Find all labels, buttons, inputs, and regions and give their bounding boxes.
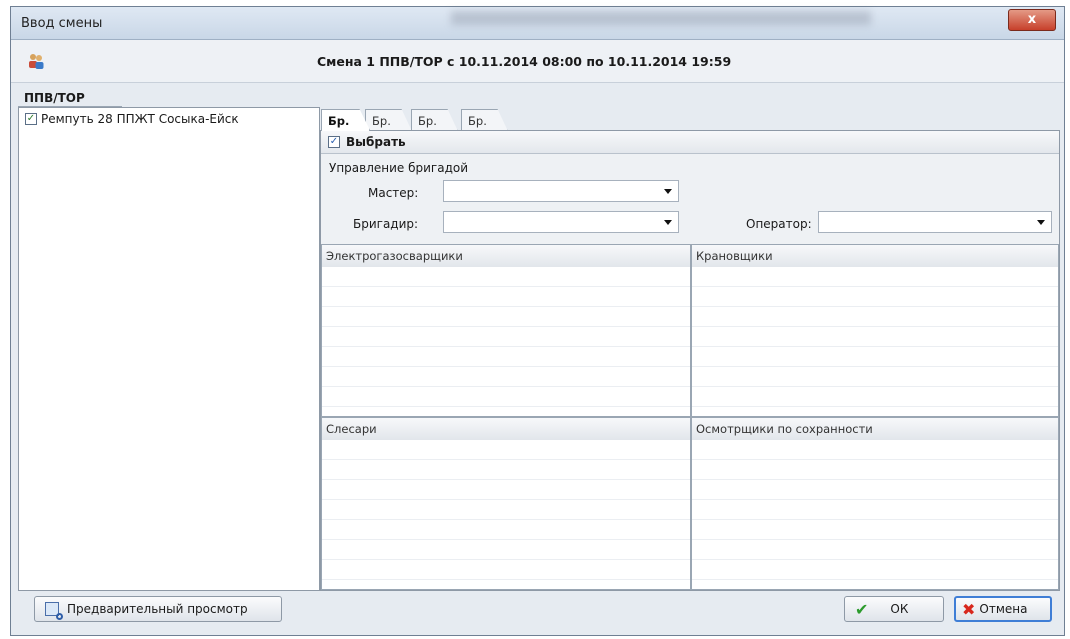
brigadier-combo[interactable] (443, 211, 679, 233)
preview-button[interactable]: Предварительный просмотр (34, 596, 282, 622)
crane-grid[interactable]: Крановщики (691, 244, 1059, 417)
crane-rows[interactable] (692, 267, 1058, 416)
select-bar: ✓ Выбрать (321, 131, 1059, 154)
select-label: Выбрать (346, 135, 406, 149)
tab-ppv-tor[interactable]: ППВ/ТОР (24, 91, 85, 105)
cancel-label: Отмена (979, 602, 1028, 616)
shift-header: Смена 1 ППВ/ТОР с 10.11.2014 08:00 по 10… (11, 40, 1064, 83)
checkmark-icon: ✔ (855, 599, 869, 619)
operator-label: Оператор: (746, 217, 812, 231)
welders-grid[interactable]: Электрогазосварщики (321, 244, 691, 417)
select-checkbox[interactable]: ✓ (328, 136, 340, 148)
welders-rows[interactable] (322, 267, 690, 416)
crane-header: Крановщики (692, 245, 1058, 268)
inspectors-header: Осмотрщики по сохранности (692, 418, 1058, 441)
tab-br3[interactable]: Бр. 3 (411, 109, 458, 131)
tree-item-label: Ремпуть 28 ППЖТ Сосыка-Ейск (41, 112, 239, 126)
check-icon[interactable]: ✓ (25, 113, 37, 125)
welders-header: Электрогазосварщики (322, 245, 690, 268)
title-bar[interactable]: Ввод смены x (11, 7, 1064, 40)
fitters-rows[interactable] (322, 440, 690, 589)
tab-br1[interactable]: Бр. 1 (321, 109, 371, 131)
chevron-down-icon[interactable] (664, 189, 672, 194)
users-icon (29, 54, 44, 69)
title-blur (451, 11, 871, 25)
ok-button[interactable]: ✔ ОК (844, 596, 944, 622)
tab-br2[interactable]: Бр. 2 (365, 109, 412, 131)
fitters-grid[interactable]: Слесари (321, 417, 691, 590)
brigade-panel: ✓ Выбрать Управление бригадой Мастер: Бр… (320, 130, 1060, 591)
operator-combo[interactable] (818, 211, 1052, 233)
object-tree[interactable]: ✓ Ремпуть 28 ППЖТ Сосыка-Ейск (18, 107, 320, 591)
brigadier-label: Бригадир: (353, 217, 419, 231)
tab-br4[interactable]: Бр. 4 (461, 109, 508, 131)
dialog-window: Ввод смены x Смена 1 ППВ/ТОР с 10.11.201… (10, 6, 1065, 636)
shift-title: Смена 1 ППВ/ТОР с 10.11.2014 08:00 по 10… (317, 54, 732, 69)
master-combo[interactable] (443, 180, 679, 202)
chevron-down-icon[interactable] (1037, 220, 1045, 225)
preview-icon (45, 602, 63, 620)
chevron-down-icon[interactable] (664, 220, 672, 225)
close-button[interactable]: x (1008, 9, 1056, 31)
master-label: Мастер: (368, 186, 419, 200)
inspectors-grid[interactable]: Осмотрщики по сохранности (691, 417, 1059, 590)
window-title: Ввод смены (21, 16, 103, 31)
cross-icon: ✖ (962, 599, 976, 619)
cancel-button[interactable]: ✖ Отмена (954, 596, 1052, 622)
inspectors-rows[interactable] (692, 440, 1058, 589)
ok-label: ОК (890, 602, 909, 616)
preview-label: Предварительный просмотр (67, 602, 248, 616)
fitters-header: Слесари (322, 418, 690, 441)
tree-item[interactable]: ✓ Ремпуть 28 ППЖТ Сосыка-Ейск (25, 112, 239, 126)
group-title: Управление бригадой (329, 161, 469, 175)
